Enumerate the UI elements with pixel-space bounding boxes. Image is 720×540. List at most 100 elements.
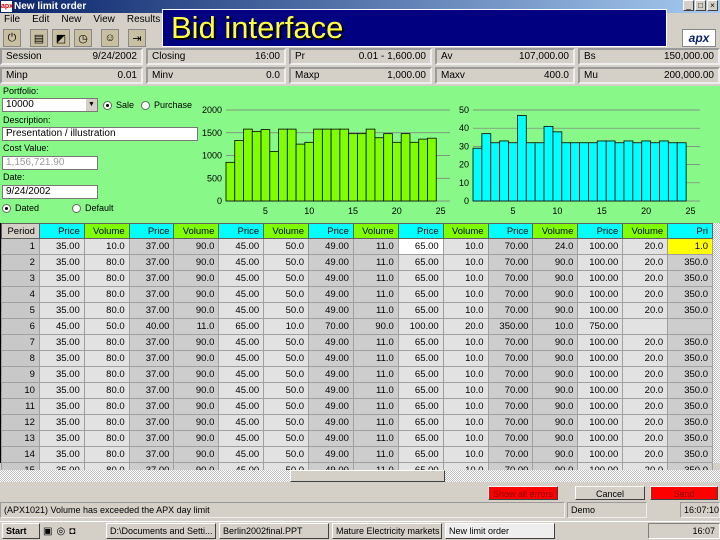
volume-cell[interactable]: 80.0: [83, 398, 130, 415]
volume-cell[interactable]: 90.0: [173, 366, 220, 383]
price-cell[interactable]: 45.00: [218, 350, 265, 367]
menu-results[interactable]: Results: [127, 13, 160, 27]
volume-cell[interactable]: 50.0: [263, 398, 310, 415]
price-cell[interactable]: 45.00: [218, 286, 265, 303]
price-cell[interactable]: 37.00: [128, 446, 175, 463]
volume-cell[interactable]: 20.0: [622, 254, 669, 271]
price-cell[interactable]: 37.00: [128, 254, 175, 271]
column-header[interactable]: Volume: [83, 223, 130, 239]
price-cell[interactable]: 45.00: [38, 318, 85, 335]
price-cell[interactable]: 45.00: [218, 302, 265, 319]
price-cell[interactable]: 45.00: [218, 238, 265, 255]
volume-cell[interactable]: 90.0: [173, 446, 220, 463]
volume-cell[interactable]: 10.0: [442, 302, 489, 319]
menu-view[interactable]: View: [93, 13, 115, 27]
price-cell[interactable]: 40.00: [128, 318, 175, 335]
volume-cell[interactable]: 80.0: [83, 254, 130, 271]
volume-cell[interactable]: 90.0: [532, 414, 579, 431]
default-radio[interactable]: Default: [72, 203, 114, 213]
price-cell[interactable]: 65.00: [397, 286, 444, 303]
price-cell[interactable]: 750.00: [577, 318, 624, 335]
column-header[interactable]: Pri: [667, 223, 713, 239]
menu-edit[interactable]: Edit: [32, 13, 49, 27]
minimize-button[interactable]: _: [683, 0, 694, 11]
price-cell[interactable]: 350.00: [487, 318, 534, 335]
chevron-down-icon[interactable]: ▼: [86, 99, 97, 111]
price-cell[interactable]: 350.0: [667, 302, 713, 319]
price-cell[interactable]: 65.00: [397, 398, 444, 415]
price-cell[interactable]: 45.00: [218, 414, 265, 431]
price-cell[interactable]: 100.00: [577, 382, 624, 399]
volume-cell[interactable]: 50.0: [263, 334, 310, 351]
price-cell[interactable]: 70.00: [308, 318, 354, 335]
volume-cell[interactable]: 20.0: [622, 334, 669, 351]
volume-cell[interactable]: 90.0: [173, 350, 220, 367]
volume-cell[interactable]: 90.0: [532, 334, 579, 351]
close-button[interactable]: ×: [707, 0, 718, 11]
price-cell[interactable]: 100.00: [577, 270, 624, 287]
price-cell[interactable]: 49.00: [308, 430, 354, 447]
price-cell[interactable]: 70.00: [487, 446, 534, 463]
volume-cell[interactable]: 50.0: [263, 382, 310, 399]
volume-cell[interactable]: 50.0: [263, 350, 310, 367]
volume-cell[interactable]: 80.0: [83, 414, 130, 431]
volume-cell[interactable]: 10.0: [442, 286, 489, 303]
volume-cell[interactable]: 20.0: [622, 398, 669, 415]
volume-cell[interactable]: 11.0: [352, 366, 399, 383]
price-cell[interactable]: 37.00: [128, 350, 175, 367]
price-cell[interactable]: 49.00: [308, 382, 354, 399]
volume-cell[interactable]: 90.0: [173, 398, 220, 415]
volume-cell[interactable]: 20.0: [622, 238, 669, 255]
volume-cell[interactable]: 11.0: [352, 334, 399, 351]
price-cell[interactable]: 65.00: [397, 270, 444, 287]
price-cell[interactable]: 65.00: [397, 414, 444, 431]
price-cell[interactable]: 350.0: [667, 254, 713, 271]
volume-cell[interactable]: 50.0: [263, 302, 310, 319]
volume-cell[interactable]: 90.0: [532, 398, 579, 415]
column-header[interactable]: Price: [577, 223, 624, 239]
volume-cell[interactable]: 10.0: [442, 334, 489, 351]
browser-icon[interactable]: ◎: [56, 526, 65, 537]
volume-cell[interactable]: 90.0: [532, 430, 579, 447]
volume-cell[interactable]: 80.0: [83, 286, 130, 303]
price-cell[interactable]: 49.00: [308, 350, 354, 367]
volume-cell[interactable]: 50.0: [263, 446, 310, 463]
price-cell[interactable]: 65.00: [397, 382, 444, 399]
price-cell[interactable]: 70.00: [487, 366, 534, 383]
volume-cell[interactable]: 90.0: [352, 318, 399, 335]
column-header[interactable]: Volume: [173, 223, 220, 239]
price-cell[interactable]: 49.00: [308, 334, 354, 351]
menu-new[interactable]: New: [61, 13, 81, 27]
price-cell[interactable]: 100.00: [397, 318, 444, 335]
report-icon[interactable]: ▤: [30, 29, 48, 47]
volume-cell[interactable]: 11.0: [352, 254, 399, 271]
price-cell[interactable]: 49.00: [308, 446, 354, 463]
price-cell[interactable]: 70.00: [487, 414, 534, 431]
volume-cell[interactable]: 11.0: [352, 350, 399, 367]
price-cell[interactable]: 35.00: [38, 286, 85, 303]
price-cell[interactable]: 37.00: [128, 334, 175, 351]
volume-cell[interactable]: 10.0: [442, 238, 489, 255]
price-cell[interactable]: 350.0: [667, 398, 713, 415]
volume-cell[interactable]: 10.0: [442, 366, 489, 383]
volume-cell[interactable]: 11.0: [352, 270, 399, 287]
price-cell[interactable]: 45.00: [218, 270, 265, 287]
desktop-icon[interactable]: ▣: [43, 526, 52, 537]
volume-cell[interactable]: 90.0: [173, 430, 220, 447]
volume-cell[interactable]: 10.0: [442, 414, 489, 431]
price-cell[interactable]: 35.00: [38, 446, 85, 463]
volume-cell[interactable]: 20.0: [622, 286, 669, 303]
price-cell[interactable]: 45.00: [218, 366, 265, 383]
volume-cell[interactable]: 90.0: [173, 302, 220, 319]
price-cell[interactable]: 65.00: [218, 318, 265, 335]
price-cell[interactable]: 65.00: [397, 334, 444, 351]
column-header[interactable]: Volume: [442, 223, 489, 239]
volume-cell[interactable]: 11.0: [352, 430, 399, 447]
volume-cell[interactable]: 90.0: [532, 254, 579, 271]
show-all-errors-button[interactable]: Show all errors: [488, 486, 558, 500]
price-cell[interactable]: 100.00: [577, 398, 624, 415]
volume-cell[interactable]: 90.0: [173, 238, 220, 255]
clock-icon[interactable]: ◷: [74, 29, 92, 47]
price-cell[interactable]: 100.00: [577, 334, 624, 351]
task-powerpoint-berlin[interactable]: Berlin2002final.PPT: [219, 523, 329, 539]
